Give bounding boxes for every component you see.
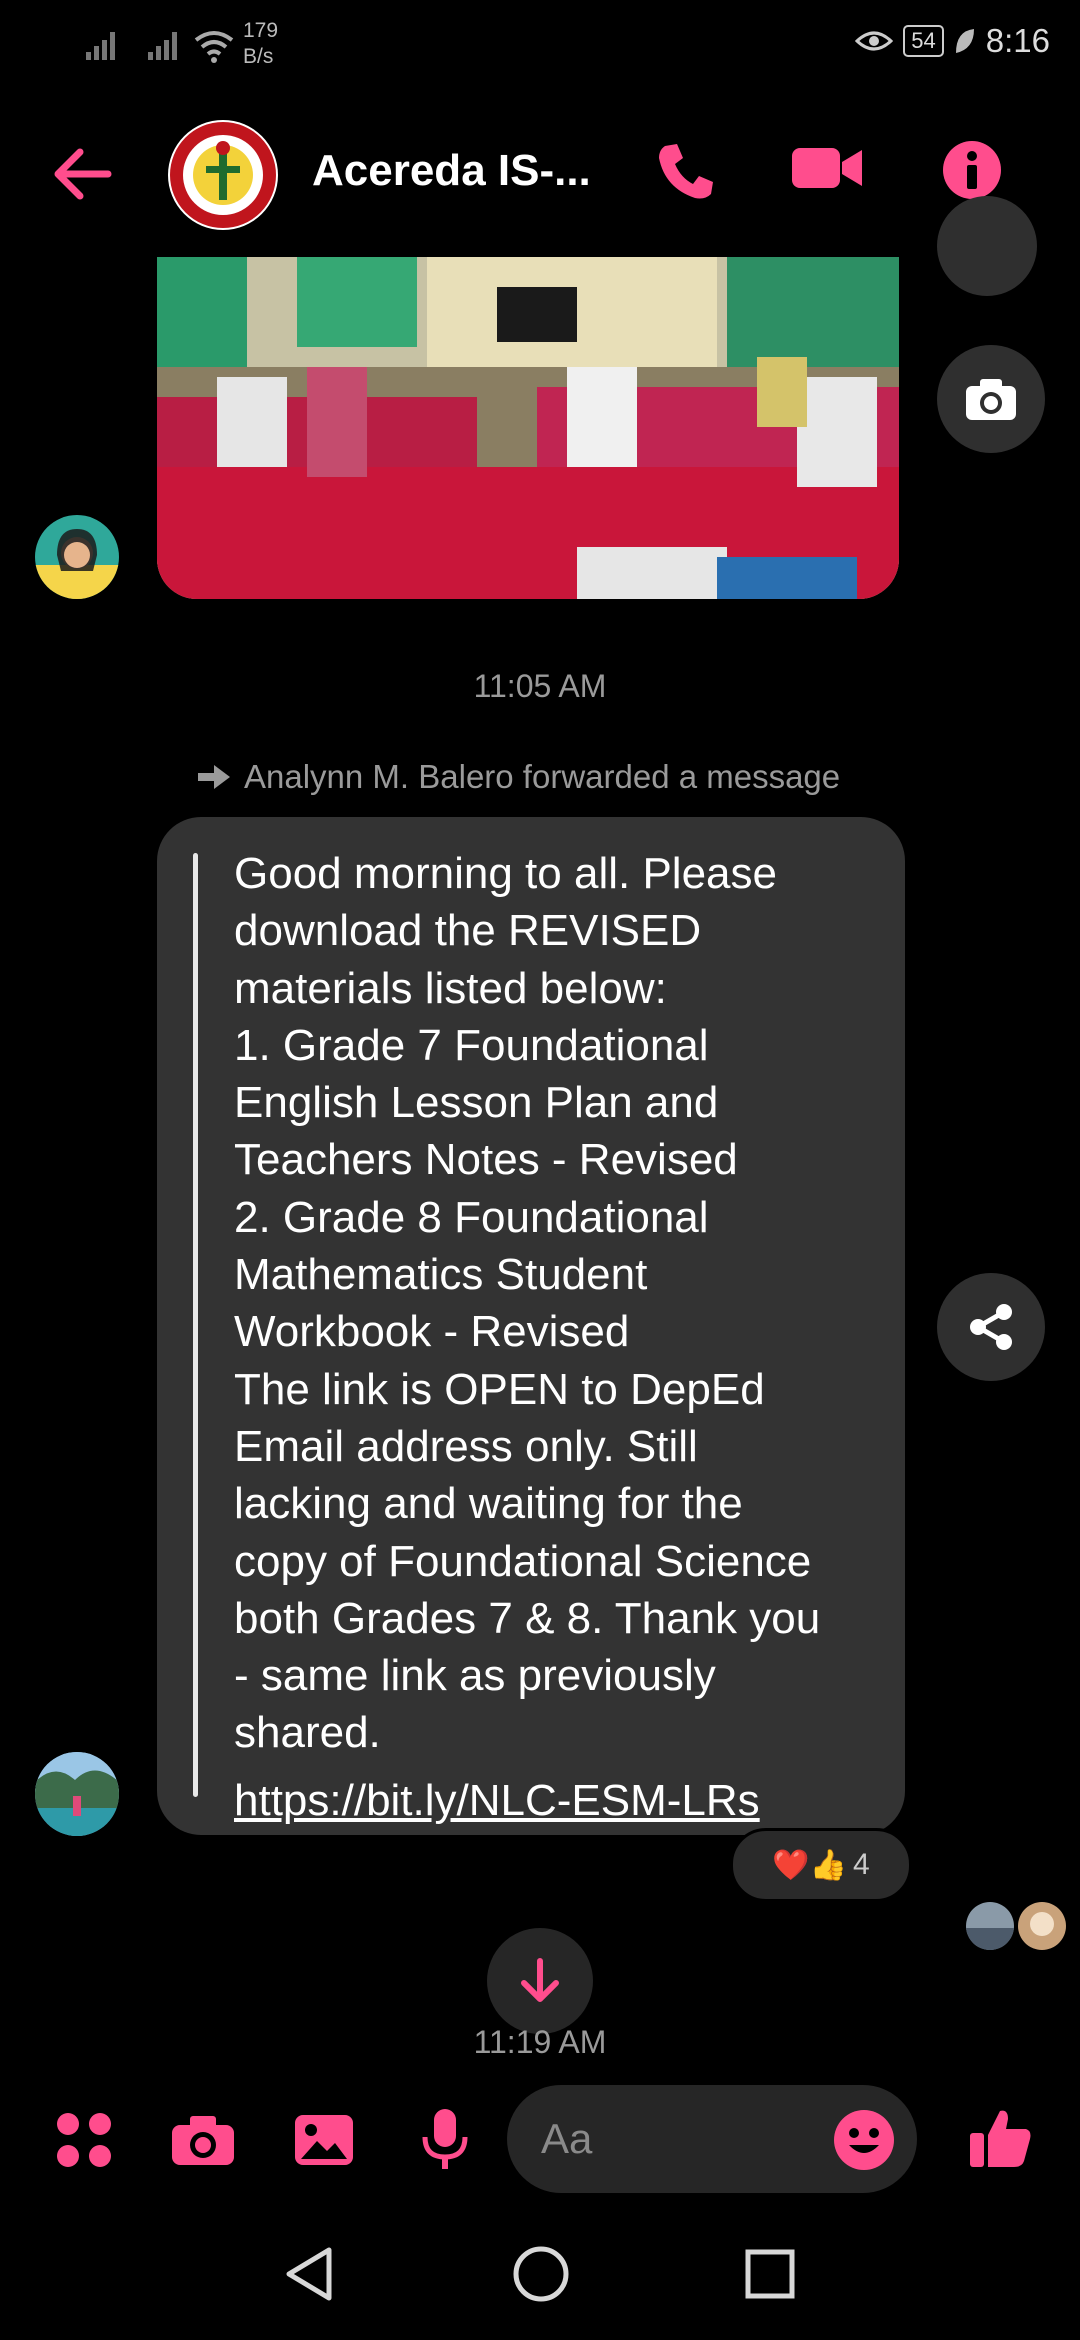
info-icon[interactable]	[942, 140, 1002, 200]
network-speed: 179 B/s	[243, 18, 278, 70]
message-timestamp: 11:05 AM	[473, 668, 607, 704]
wifi-icon	[194, 31, 234, 63]
microphone-icon[interactable]	[420, 2107, 470, 2173]
forward-note-text: Analynn M. Balero forwarded a message	[244, 758, 841, 795]
shared-photo[interactable]	[157, 257, 899, 599]
camera-reply-button[interactable]	[937, 345, 1045, 453]
leaf-icon	[955, 29, 974, 53]
message-input-placeholder: Aa	[541, 2115, 593, 2162]
nav-back-icon[interactable]	[283, 2246, 335, 2302]
forwarder-avatar[interactable]	[35, 1752, 119, 1836]
camera-icon[interactable]	[170, 2113, 236, 2167]
network-speed-unit: B/s	[243, 45, 274, 68]
back-arrow-icon[interactable]	[52, 148, 112, 200]
phone-call-icon[interactable]	[655, 140, 717, 202]
gallery-icon[interactable]	[293, 2113, 355, 2167]
forwarded-message-bubble[interactable]: Good morning to all. Please download the…	[157, 817, 905, 1835]
nav-home-icon[interactable]	[511, 2244, 571, 2304]
scroll-to-bottom-button[interactable]	[487, 1928, 593, 2034]
nav-recents-icon[interactable]	[744, 2248, 796, 2300]
clock: 8:16	[985, 22, 1050, 59]
forward-note: Analynn M. Balero forwarded a message	[196, 758, 840, 796]
seen-avatar	[966, 1902, 1014, 1950]
group-avatar[interactable]	[168, 120, 278, 230]
message-timestamp: 11:19 AM	[473, 2024, 607, 2060]
message-text: Good morning to all. Please download the…	[234, 849, 821, 1758]
share-button[interactable]	[937, 1273, 1045, 1381]
arrow-down-icon	[521, 1958, 559, 2002]
camera-icon	[966, 379, 1016, 420]
profile-photo	[35, 515, 119, 599]
partial-action-button[interactable]	[937, 196, 1037, 296]
status-bar: 179 B/s 54 8:16	[0, 0, 1080, 90]
network-speed-value: 179	[243, 19, 279, 42]
cellular-signal-icon	[148, 32, 177, 60]
cellular-signal-icon	[86, 32, 115, 60]
eye-comfort-icon	[855, 31, 894, 51]
message-composer: Aa	[0, 2085, 1080, 2200]
reaction-emojis: ❤️👍	[772, 1848, 848, 1882]
forward-arrow-icon	[198, 765, 230, 789]
reactions-pill[interactable]: ❤️👍 4	[730, 1828, 912, 1902]
battery-level: 54	[903, 25, 944, 57]
sender-avatar[interactable]	[35, 515, 119, 599]
video-call-icon[interactable]	[790, 140, 866, 196]
emoji-icon[interactable]	[833, 2109, 895, 2171]
message-link[interactable]: https://bit.ly/NLC-ESM-LRs	[234, 1772, 760, 1829]
reaction-count: 4	[853, 1848, 870, 1881]
school-logo-icon	[170, 122, 276, 228]
thumbs-up-icon[interactable]	[968, 2105, 1034, 2171]
message-input[interactable]: Aa	[507, 2085, 917, 2193]
more-actions-icon[interactable]	[55, 2111, 113, 2169]
share-icon	[970, 1304, 1012, 1350]
profile-photo	[35, 1752, 119, 1836]
classroom-photo	[157, 257, 899, 599]
quote-bar	[193, 853, 198, 1797]
conversation-title[interactable]: Acereda IS-...	[312, 146, 591, 196]
system-navigation-bar	[0, 2220, 1080, 2340]
seen-avatar	[1018, 1902, 1066, 1950]
